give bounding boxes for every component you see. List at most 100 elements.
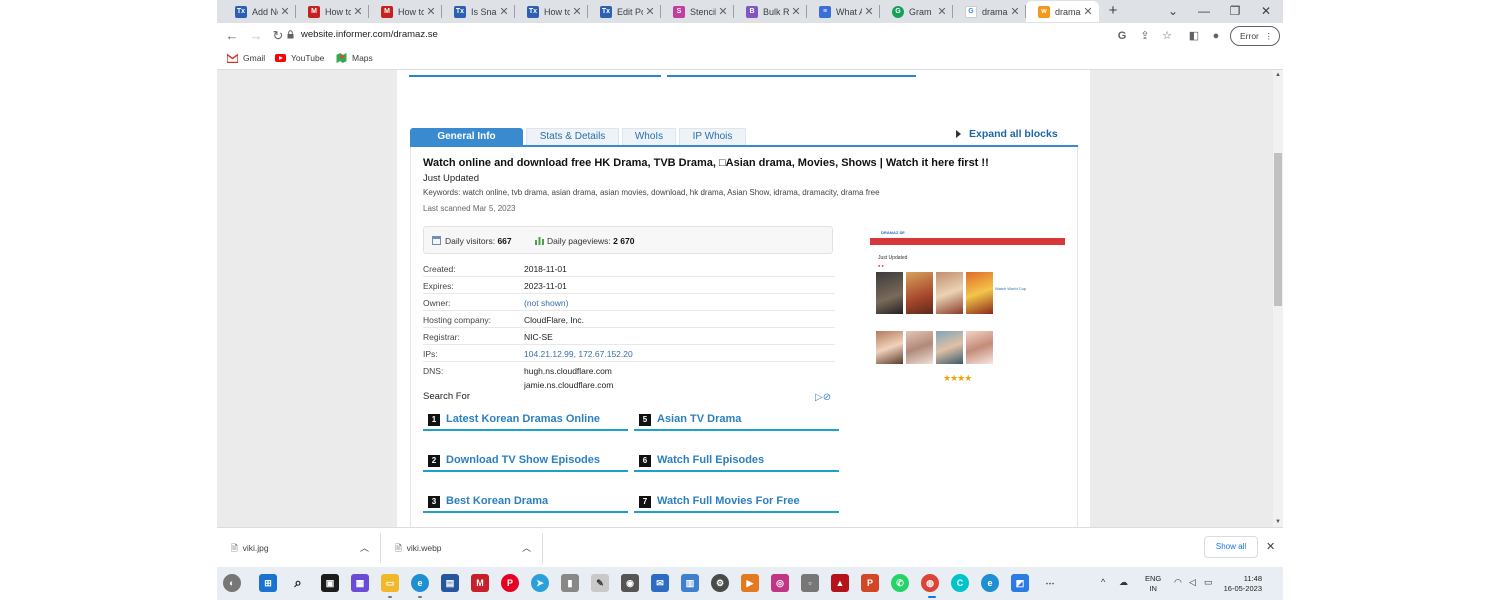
browser-tab[interactable]: Tx Edit Pos ✕ (588, 1, 661, 22)
side-panel-icon[interactable]: ◧ (1186, 28, 1202, 44)
browser-tab[interactable]: ≡ What A ✕ (807, 1, 880, 22)
close-tab-icon[interactable]: ✕ (1081, 5, 1095, 18)
edge-dev-icon[interactable]: e (981, 574, 999, 592)
download-item[interactable]: 🗎 viki.jpg (231, 543, 269, 557)
tab-whois[interactable]: WhoIs (622, 128, 676, 145)
back-icon[interactable]: ← (223, 27, 241, 45)
expand-all-link[interactable]: Expand all blocks (969, 128, 1058, 140)
chevron-up-icon[interactable]: ︿ (522, 541, 531, 554)
show-all-button[interactable]: Show all (1204, 536, 1258, 558)
tab-search-icon[interactable]: ⌄ (1164, 2, 1182, 20)
search-result-link[interactable]: 1 Latest Korean Dramas Online (423, 407, 628, 431)
reload-icon[interactable]: ↻ (269, 27, 287, 45)
photos-icon[interactable]: ◩ (1011, 574, 1029, 592)
close-tab-icon[interactable]: ✕ (278, 5, 292, 18)
tab-ip-whois[interactable]: IP Whois (679, 128, 746, 145)
browser-tab[interactable]: G Gram ✕ (880, 1, 953, 22)
player-icon[interactable]: ▶ (741, 574, 759, 592)
close-tab-icon[interactable]: ✕ (497, 5, 511, 18)
edge-icon[interactable]: e (411, 574, 429, 592)
network-status-icon[interactable]: ☁ (1119, 577, 1128, 588)
instagram-icon[interactable]: ◎ (771, 574, 789, 592)
close-tab-icon[interactable]: ✕ (789, 5, 803, 18)
chevron-up-icon[interactable]: ^ (1101, 577, 1105, 587)
browser-tab[interactable]: Tx Is Snap ✕ (442, 1, 515, 22)
browser-tab[interactable]: S Stencil ✕ (661, 1, 734, 22)
bookmark-youtube[interactable]: YouTube (275, 53, 324, 63)
more-apps-icon[interactable]: ⋯ (1041, 574, 1059, 592)
website-screenshot[interactable]: DRAMAZ.SE Just Updated ● ● Watch World C… (867, 230, 1067, 388)
language-indicator[interactable]: ENG IN (1145, 574, 1161, 594)
news-icon[interactable]: ▲ (831, 574, 849, 592)
browser-tab[interactable]: M How to ✕ (296, 1, 369, 22)
mail-icon[interactable]: ✉ (651, 574, 669, 592)
profile-icon[interactable]: ● (1208, 28, 1224, 44)
chevron-up-icon[interactable]: ︿ (360, 541, 369, 554)
close-tab-icon[interactable]: ✕ (935, 5, 949, 18)
browser-tab[interactable]: B Bulk Re ✕ (734, 1, 807, 22)
page-scrollbar[interactable]: ▲ ▼ (1273, 70, 1283, 527)
more-icon[interactable]: ⋮ (1265, 27, 1274, 45)
close-tab-icon[interactable]: ✕ (424, 5, 438, 18)
camera-icon[interactable]: ◉ (621, 574, 639, 592)
file-explorer-icon[interactable]: ▭ (381, 574, 399, 592)
search-result-link[interactable]: 5 Asian TV Drama (634, 407, 839, 431)
search-icon[interactable]: ⌕ (289, 574, 307, 592)
close-tab-icon[interactable]: ✕ (351, 5, 365, 18)
ips-link[interactable]: 104.21.12.99, 172.67.152.20 (524, 349, 633, 359)
notepad-icon[interactable]: ✎ (591, 574, 609, 592)
canva-icon[interactable]: C (951, 574, 969, 592)
google-lens-icon[interactable]: G (1114, 28, 1130, 44)
bookmark-star-icon[interactable]: ☆ (1159, 28, 1175, 44)
pinterest-icon[interactable]: P (501, 574, 519, 592)
browser-tab[interactable]: Tx Add Ne ✕ (223, 1, 296, 22)
scroll-down-icon[interactable]: ▼ (1275, 519, 1281, 525)
search-result-link[interactable]: 6 Watch Full Episodes (634, 448, 839, 472)
notes-icon[interactable]: ▥ (681, 574, 699, 592)
powerpoint-icon[interactable]: P (861, 574, 879, 592)
close-downloads-icon[interactable]: ✕ (1266, 540, 1275, 553)
error-badge[interactable]: Error ⋮ (1230, 26, 1280, 46)
telegram-icon[interactable]: ➤ (531, 574, 549, 592)
scroll-up-icon[interactable]: ▲ (1275, 72, 1281, 78)
battery-icon[interactable]: ▭ (1204, 577, 1213, 588)
share-icon[interactable]: ⇪ (1137, 28, 1153, 44)
browser-tab[interactable]: Tx How to ✕ (515, 1, 588, 22)
search-result-link[interactable]: 7 Watch Full Movies For Free (634, 489, 839, 513)
mcafee-icon[interactable]: M (471, 574, 489, 592)
forward-icon[interactable]: → (247, 27, 265, 45)
volume-icon[interactable]: ◁ (1189, 577, 1196, 588)
settings-icon[interactable]: ⚙ (711, 574, 729, 592)
clock[interactable]: 11:48 16-05-2023 (1217, 574, 1262, 594)
chrome-icon[interactable]: ◍ (921, 574, 939, 592)
new-tab-button[interactable]: + (1104, 2, 1122, 20)
tab-general-info[interactable]: General Info (410, 128, 523, 145)
window-close-button[interactable]: ✕ (1257, 2, 1275, 20)
bookmark-gmail[interactable]: Gmail (227, 53, 265, 63)
close-tab-icon[interactable]: ✕ (570, 5, 584, 18)
browser-tab-active[interactable]: w dramaz ✕ (1026, 1, 1099, 22)
close-tab-icon[interactable]: ✕ (643, 5, 657, 18)
store-icon[interactable]: ▤ (441, 574, 459, 592)
weather-icon[interactable]: ◐ (223, 574, 241, 592)
close-tab-icon[interactable]: ✕ (716, 5, 730, 18)
whatsapp-icon[interactable]: ✆ (891, 574, 909, 592)
usb-icon[interactable]: ▮ (561, 574, 579, 592)
close-tab-icon[interactable]: ✕ (1008, 5, 1022, 18)
search-result-link[interactable]: 2 Download TV Show Episodes (423, 448, 628, 472)
browser-tab[interactable]: G dramaz ✕ (953, 1, 1026, 22)
teams-icon[interactable]: ▦ (351, 574, 369, 592)
download-item[interactable]: 🗎 viki.webp (395, 543, 442, 557)
hosting-link[interactable]: CloudFlare, Inc. (524, 315, 584, 325)
minimize-button[interactable]: — (1195, 2, 1213, 20)
wifi-icon[interactable]: ◠ (1174, 577, 1182, 588)
app-icon[interactable]: ▫ (801, 574, 819, 592)
scrollbar-thumb[interactable] (1274, 153, 1282, 306)
tab-stats-details[interactable]: Stats & Details (526, 128, 619, 145)
browser-tab[interactable]: M How to ✕ (369, 1, 442, 22)
task-view-icon[interactable]: ▣ (321, 574, 339, 592)
address-bar[interactable]: website.informer.com/dramaz.se (301, 29, 438, 40)
restore-button[interactable]: ❐ (1226, 2, 1244, 20)
adchoices-icon[interactable]: ▷⊘ (815, 392, 831, 403)
start-icon[interactable]: ⊞ (259, 574, 277, 592)
